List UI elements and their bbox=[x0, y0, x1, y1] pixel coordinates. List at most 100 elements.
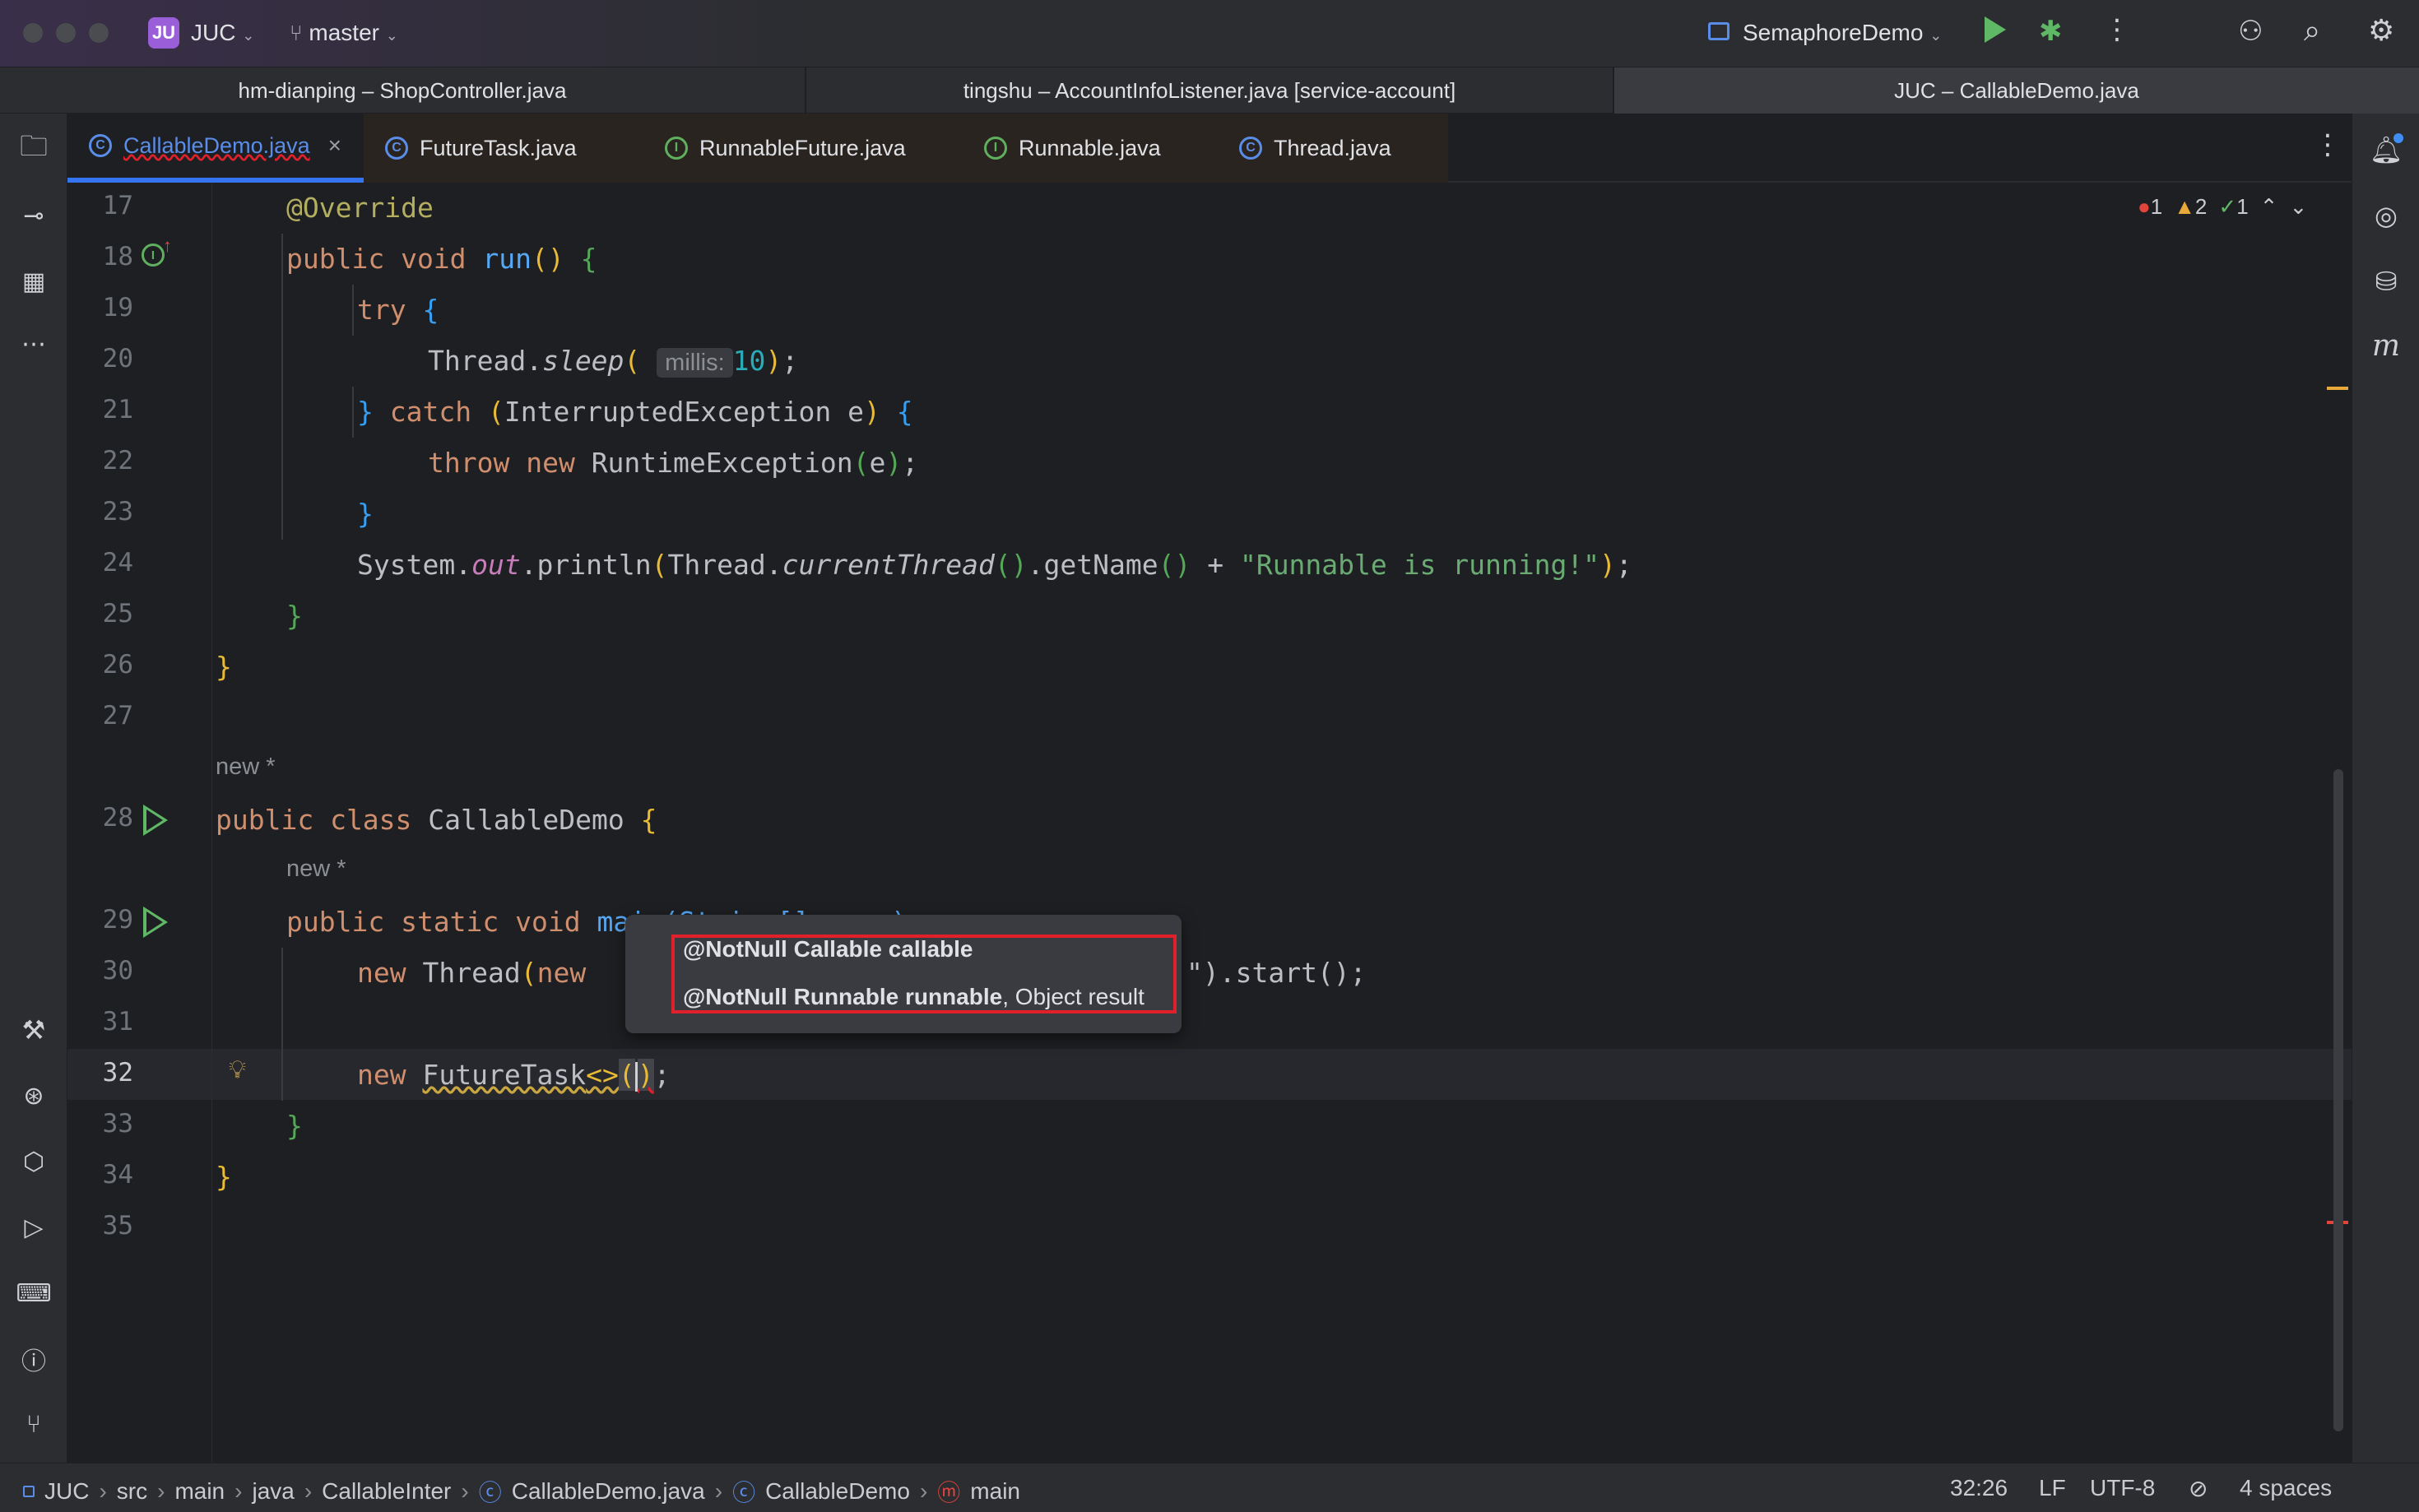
tab-runnablefuture[interactable]: I RunnableFuture.java bbox=[643, 114, 963, 183]
zoom-window-button[interactable] bbox=[89, 23, 109, 43]
settings-icon[interactable]: ⚙ bbox=[2368, 13, 2394, 48]
structure-icon[interactable]: ▦ bbox=[14, 262, 53, 301]
tab-thread[interactable]: C Thread.java bbox=[1218, 114, 1448, 183]
parameter-option-callable[interactable]: @NotNull Callable callable bbox=[683, 936, 973, 962]
tab-futuretask[interactable]: C FutureTask.java bbox=[364, 114, 643, 183]
line-number: 20 bbox=[102, 344, 133, 373]
ai-assistant-icon[interactable]: ◎ bbox=[2366, 196, 2406, 235]
terminal-icon[interactable]: ⌨ bbox=[14, 1273, 53, 1313]
parameter-signature-rest: , Object result bbox=[1002, 984, 1144, 1009]
git-icon[interactable]: ⑂ bbox=[14, 1405, 53, 1445]
close-window-button[interactable] bbox=[23, 23, 43, 43]
tab-runnable[interactable]: I Runnable.java bbox=[963, 114, 1218, 183]
run-config-selector[interactable]: SemaphoreDemo ⌄ bbox=[1743, 20, 1942, 46]
debug-icon[interactable]: ✱ bbox=[2039, 15, 2063, 48]
tabs-more-icon[interactable]: ⋮ bbox=[2314, 128, 2342, 161]
project-name: JUC bbox=[191, 20, 236, 45]
commit-icon[interactable]: ⊸ bbox=[14, 196, 53, 235]
debug-tool-icon[interactable]: ⬡ bbox=[14, 1142, 53, 1181]
error-count: ●1 bbox=[2138, 194, 2163, 219]
warning-stripe[interactable] bbox=[2327, 387, 2348, 390]
close-tab-icon[interactable]: × bbox=[328, 132, 341, 159]
keyword: public static void bbox=[286, 906, 581, 938]
editor-gutter: 17 18 19 20 21 22 23 24 25 26 27 28 29 3… bbox=[67, 183, 246, 1463]
run-icon[interactable] bbox=[1985, 16, 2006, 43]
implements-icon[interactable]: I bbox=[142, 243, 165, 267]
code-line-22: throw new RuntimeException(e); bbox=[428, 447, 919, 479]
tab-label: CallableDemo.java bbox=[123, 132, 310, 158]
indent-guide bbox=[352, 285, 354, 336]
maven-icon[interactable]: m bbox=[2366, 326, 2406, 365]
close-paren: ) bbox=[637, 1059, 654, 1091]
more-tools-icon[interactable]: ⋯ bbox=[14, 324, 53, 364]
code-line-30: new Thread(new bbox=[357, 957, 587, 989]
open-paren: ( bbox=[618, 1059, 635, 1091]
caret-position[interactable]: 32:26 bbox=[1950, 1475, 2008, 1501]
breadcrumb-item[interactable]: JUC bbox=[44, 1478, 89, 1505]
parameter-option-runnable[interactable]: @NotNull Runnable runnable, Object resul… bbox=[683, 984, 1144, 1010]
chevron-up-icon[interactable]: ⌃ bbox=[2260, 194, 2278, 220]
class-name: CallableDemo bbox=[428, 804, 624, 836]
search-icon[interactable]: ⌕ bbox=[2304, 13, 2320, 49]
line-number: 28 bbox=[102, 803, 133, 833]
tab-label: FutureTask.java bbox=[420, 135, 577, 160]
code-line-33: } bbox=[286, 1110, 303, 1142]
minimize-window-button[interactable] bbox=[56, 23, 76, 43]
breadcrumb-item[interactable]: CallableDemo bbox=[765, 1478, 910, 1505]
breadcrumb-item[interactable]: main bbox=[174, 1478, 225, 1505]
tab-callabledemo[interactable]: C CallableDemo.java × bbox=[67, 114, 364, 183]
line-separator[interactable]: LF bbox=[2039, 1475, 2066, 1501]
file-encoding[interactable]: UTF-8 bbox=[2090, 1475, 2155, 1501]
code-editor[interactable]: @Override public void run() { try { Thre… bbox=[212, 183, 2348, 1463]
build-icon[interactable]: ⚒ bbox=[14, 1010, 53, 1050]
window-tab-juc[interactable]: JUC – CallableDemo.java bbox=[1614, 67, 2419, 114]
line-number: 19 bbox=[102, 293, 133, 322]
database-icon[interactable]: ⛁ bbox=[2366, 262, 2406, 301]
breadcrumb-item[interactable]: CallableDemo.java bbox=[512, 1478, 705, 1505]
readonly-toggle-icon[interactable]: ⊘ bbox=[2189, 1475, 2208, 1502]
vertical-scrollbar[interactable] bbox=[2333, 769, 2343, 1431]
add-user-icon[interactable]: ⚇ bbox=[2238, 15, 2263, 48]
breadcrumb-item[interactable]: CallableInter bbox=[322, 1478, 451, 1505]
breadcrumb-item[interactable]: src bbox=[117, 1478, 147, 1505]
class-ref: FutureTask bbox=[422, 1059, 587, 1091]
problems-icon[interactable]: ⓘ bbox=[14, 1339, 53, 1379]
more-icon[interactable]: ⋮ bbox=[2103, 13, 2131, 46]
line-number: 33 bbox=[102, 1109, 133, 1139]
breadcrumb-item[interactable]: main bbox=[970, 1478, 1020, 1505]
line-number: 27 bbox=[102, 701, 133, 730]
project-badge[interactable]: JU bbox=[148, 17, 179, 49]
number-literal: 10 bbox=[732, 345, 766, 377]
class-ref: Thread. bbox=[428, 345, 543, 377]
line-number: 18 bbox=[102, 242, 133, 271]
static-field: out bbox=[471, 549, 521, 581]
keyword: throw new bbox=[428, 447, 575, 479]
window-tab-hm-dianping[interactable]: hm-dianping – ShopController.java bbox=[0, 67, 806, 114]
code-line-25: } bbox=[286, 600, 303, 632]
line-number: 30 bbox=[102, 956, 133, 986]
window-tab-tingshu[interactable]: tingshu – AccountInfoListener.java [serv… bbox=[806, 67, 1614, 114]
parameter-signature: @NotNull Callable callable bbox=[683, 936, 973, 962]
module-icon bbox=[23, 1486, 35, 1497]
inspection-widget[interactable]: ●1 ▲2 ✓1 ⌃ ⌄ bbox=[2138, 194, 2307, 220]
parameter-signature: @NotNull Runnable runnable bbox=[683, 984, 1003, 1009]
indent-setting[interactable]: 4 spaces bbox=[2240, 1475, 2332, 1501]
chevron-down-icon[interactable]: ⌄ bbox=[2289, 194, 2307, 220]
status-bar: JUC › src › main › java › CallableInter › ⓒ Ca… bbox=[0, 1463, 2419, 1512]
run-tool-icon[interactable]: ▷ bbox=[14, 1208, 53, 1247]
git-branch-icon: ⑂ bbox=[290, 21, 303, 45]
project-selector[interactable]: JUC ⌄ bbox=[191, 20, 254, 46]
code-line-32[interactable]: new FutureTask<>(); bbox=[357, 1050, 671, 1101]
editor-tabs: C CallableDemo.java × C FutureTask.java I… bbox=[67, 114, 2352, 183]
code-line-34: } bbox=[216, 1161, 232, 1193]
indent-guide bbox=[281, 234, 283, 540]
ok-count: ✓1 bbox=[2218, 194, 2249, 219]
run-main-icon-inner bbox=[146, 911, 163, 933]
branch-selector[interactable]: ⑂ master ⌄ bbox=[290, 20, 398, 46]
project-folder-icon[interactable]: 🗀 bbox=[14, 130, 53, 169]
code-line-28: public class CallableDemo { bbox=[216, 804, 657, 836]
services-icon[interactable]: ⊛ bbox=[14, 1076, 53, 1115]
method-name: run bbox=[482, 243, 532, 275]
breadcrumb-item[interactable]: java bbox=[252, 1478, 294, 1505]
annotation: @Override bbox=[286, 192, 434, 224]
